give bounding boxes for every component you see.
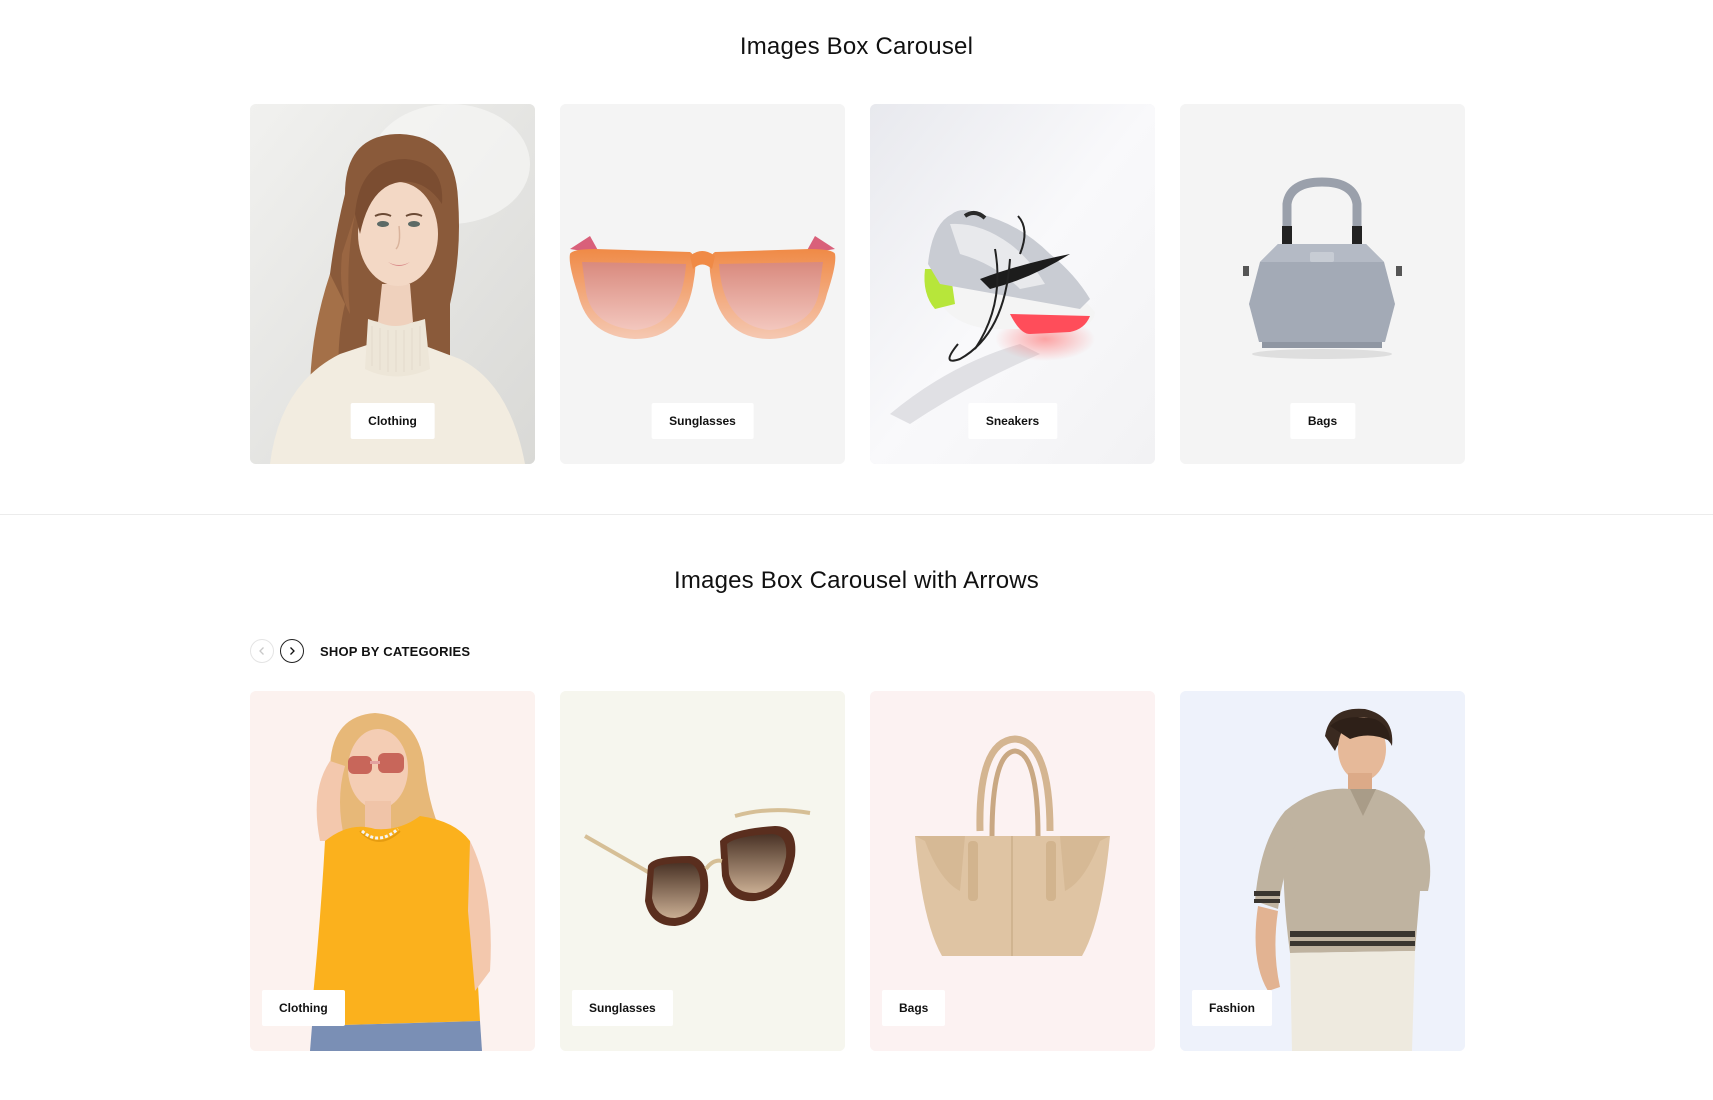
category-card-sunglasses[interactable]: Sunglasses (560, 691, 845, 1051)
category-card-clothing[interactable]: Clothing (250, 691, 535, 1051)
carousel-nav: SHOP BY CATEGORIES (250, 638, 470, 664)
category-card-fashion[interactable]: Fashion (1180, 691, 1465, 1051)
section-title-images-box-carousel: Images Box Carousel (739, 33, 974, 60)
category-label: Sunglasses (572, 990, 673, 1026)
chevron-left-icon (259, 647, 264, 655)
section-divider (0, 514, 1713, 515)
category-label: Sunglasses (651, 403, 754, 439)
category-card-sunglasses[interactable]: Sunglasses (560, 104, 845, 464)
category-card-bags[interactable]: Bags (1180, 104, 1465, 464)
category-label: Sneakers (967, 403, 1058, 439)
page: Images Box Carousel Clothing Sunglasses … (0, 0, 1713, 1100)
category-label: Clothing (262, 990, 345, 1026)
category-label: Bags (882, 990, 946, 1026)
carousel-heading: SHOP BY CATEGORIES (320, 643, 471, 659)
category-card-sneakers[interactable]: Sneakers (870, 104, 1155, 464)
carousel-next-button[interactable] (280, 639, 304, 663)
category-label: Clothing (350, 403, 435, 439)
category-label: Bags (1289, 403, 1356, 439)
category-label: Fashion (1192, 990, 1273, 1026)
category-card-bags[interactable]: Bags (870, 691, 1155, 1051)
chevron-right-icon (290, 647, 295, 655)
carousel-prev-button[interactable] (250, 639, 274, 663)
category-card-clothing[interactable]: Clothing (250, 104, 535, 464)
section-title-images-box-carousel-with-arrows: Images Box Carousel with Arrows (673, 567, 1039, 594)
